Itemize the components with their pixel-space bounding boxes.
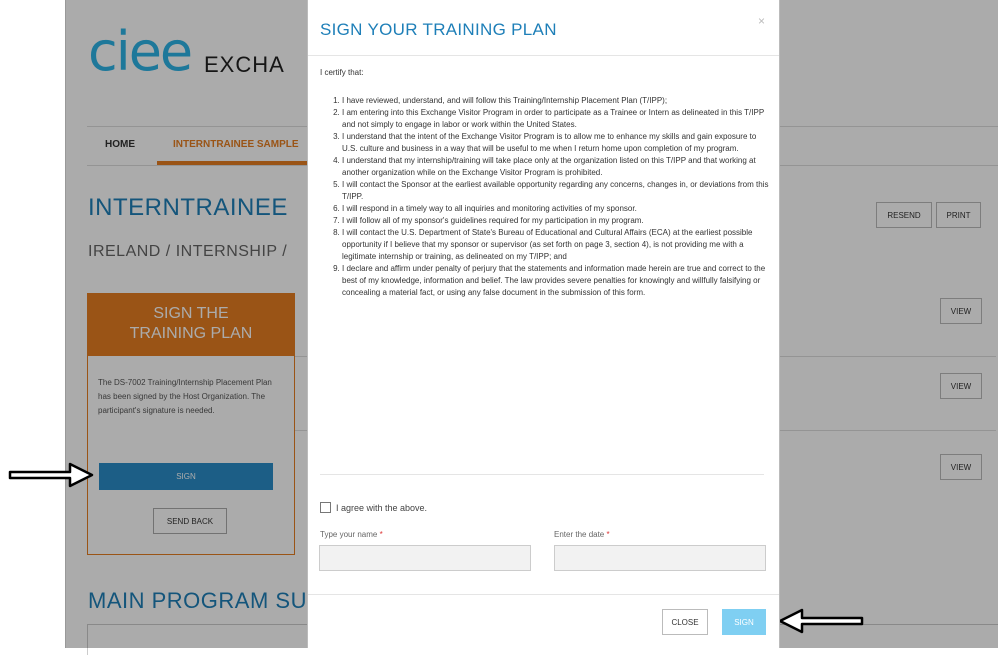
modal-header-divider — [308, 55, 779, 56]
term-item: I will contact the U.S. Department of St… — [342, 227, 772, 263]
close-button[interactable]: CLOSE — [662, 609, 708, 635]
term-item: I have reviewed, understand, and will fo… — [342, 95, 772, 107]
agree-checkbox[interactable] — [320, 502, 331, 513]
term-item: I will contact the Sponsor at the earlie… — [342, 179, 772, 203]
modal-title: SIGN YOUR TRAINING PLAN — [320, 20, 557, 39]
term-item: I am entering into this Exchange Visitor… — [342, 107, 772, 131]
name-field-label: Type your name * — [320, 530, 383, 539]
term-item: I understand that my internship/training… — [342, 155, 772, 179]
terms-divider — [320, 474, 764, 475]
certify-text: I certify that: — [320, 68, 364, 77]
term-item: I understand that the intent of the Exch… — [342, 131, 772, 155]
term-item: I declare and affirm under penalty of pe… — [342, 263, 772, 299]
arrow-left-icon — [778, 608, 864, 634]
agree-checkbox-row[interactable]: I agree with the above. — [320, 502, 427, 513]
term-item: I will respond in a timely way to all in… — [342, 203, 772, 215]
arrow-right-icon — [8, 462, 94, 488]
close-icon[interactable]: × — [758, 14, 765, 28]
agree-label: I agree with the above. — [336, 502, 428, 513]
date-field-label: Enter the date * — [554, 530, 610, 539]
term-item: I will follow all of my sponsor's guidel… — [342, 215, 772, 227]
sign-button[interactable]: SIGN — [722, 609, 766, 635]
sign-training-plan-modal: SIGN YOUR TRAINING PLAN × I certify that… — [307, 0, 780, 648]
terms-list: I have reviewed, understand, and will fo… — [324, 95, 772, 299]
modal-footer-divider — [308, 594, 779, 595]
name-input[interactable] — [319, 545, 531, 571]
date-input[interactable] — [554, 545, 766, 571]
